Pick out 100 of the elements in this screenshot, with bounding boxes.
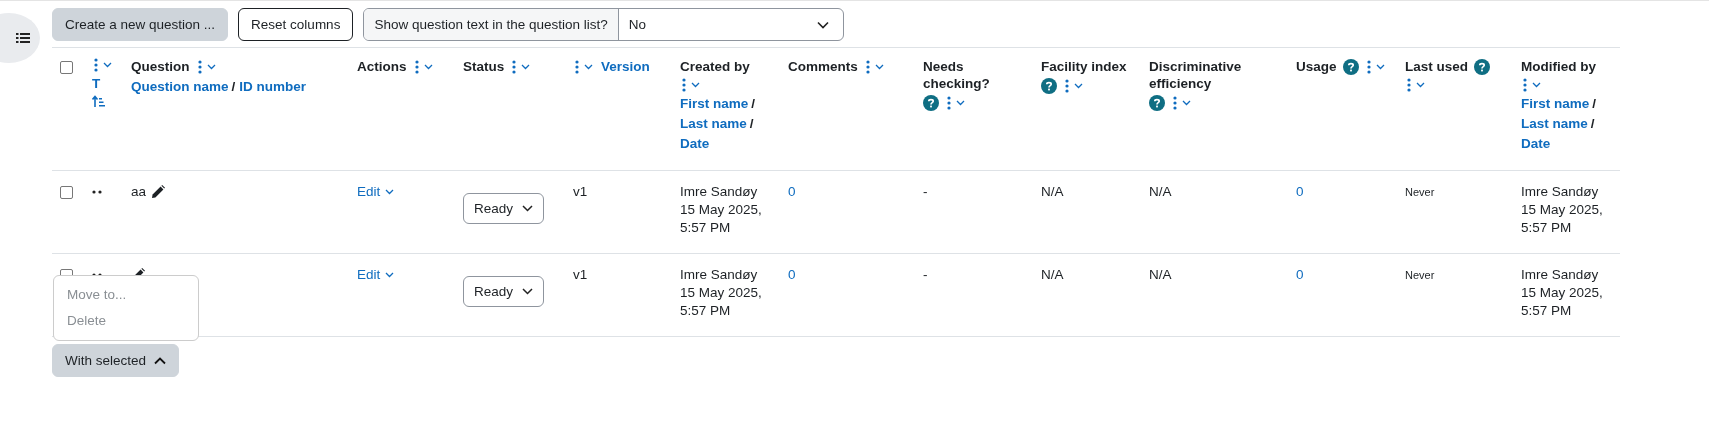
row-checkbox[interactable] bbox=[60, 186, 73, 199]
column-title: Question bbox=[131, 58, 190, 75]
usage-count-link[interactable]: 0 bbox=[1296, 183, 1304, 201]
caret-icon bbox=[691, 82, 700, 88]
reset-columns-button[interactable]: Reset columns bbox=[238, 8, 354, 41]
kebab-icon bbox=[865, 59, 870, 74]
list-icon bbox=[16, 32, 30, 44]
sort-link[interactable]: Last name bbox=[680, 115, 747, 132]
kebab-icon bbox=[414, 59, 419, 74]
help-icon[interactable] bbox=[1474, 58, 1491, 75]
column-title: Discriminative efficiency bbox=[1149, 58, 1243, 92]
caret-icon bbox=[956, 100, 965, 106]
sort-link[interactable]: Last name bbox=[1521, 115, 1588, 132]
column-title: Created by bbox=[680, 58, 750, 75]
sort-link[interactable]: Question name bbox=[131, 78, 229, 95]
kebab-icon bbox=[1523, 78, 1527, 92]
sort-link[interactable]: Version bbox=[601, 58, 650, 75]
column-menu-button[interactable] bbox=[680, 78, 702, 92]
edit-menu-link[interactable]: Edit bbox=[357, 183, 395, 201]
caret-icon bbox=[874, 63, 884, 70]
caret-icon bbox=[584, 63, 593, 70]
column-title: Usage bbox=[1296, 58, 1337, 75]
kebab-icon bbox=[682, 78, 686, 92]
facility-index-text: N/A bbox=[1041, 266, 1064, 284]
last-used-text: Never bbox=[1405, 185, 1435, 200]
sort-link[interactable]: ID number bbox=[239, 78, 307, 95]
column-title: Needs checking? bbox=[923, 58, 991, 92]
caret-icon bbox=[522, 205, 534, 212]
caret-icon bbox=[206, 63, 216, 70]
help-icon[interactable] bbox=[1342, 58, 1359, 75]
status-select[interactable]: Ready bbox=[463, 193, 545, 224]
sort-link[interactable]: First name bbox=[1521, 95, 1590, 112]
kebab-icon bbox=[94, 58, 98, 72]
comments-count-link[interactable]: 0 bbox=[788, 266, 796, 284]
caret-icon bbox=[521, 63, 531, 70]
modified-date: 15 May 2025, 5:57 PM bbox=[1521, 284, 1604, 320]
column-menu-button[interactable] bbox=[1521, 78, 1543, 92]
modifier-name: Imre Sandøy bbox=[1521, 183, 1599, 201]
column-title: Status bbox=[463, 58, 505, 75]
link-separator: / bbox=[1590, 115, 1595, 132]
column-menu-button[interactable] bbox=[1063, 79, 1085, 93]
kebab-icon bbox=[197, 59, 202, 74]
modified-date: 15 May 2025, 5:57 PM bbox=[1521, 201, 1604, 237]
column-menu-button[interactable] bbox=[1171, 96, 1193, 110]
kebab-icon bbox=[1407, 78, 1411, 92]
help-icon[interactable] bbox=[1041, 78, 1057, 94]
column-title: Modified by bbox=[1521, 58, 1596, 75]
caret-icon bbox=[1375, 63, 1385, 70]
last-used-text: Never bbox=[1405, 268, 1435, 283]
kebab-icon bbox=[947, 96, 951, 110]
version-text: v1 bbox=[573, 183, 588, 201]
question-name: aa bbox=[131, 183, 147, 201]
modifier-name: Imre Sandøy bbox=[1521, 266, 1599, 284]
kebab-icon bbox=[1366, 59, 1371, 74]
caret-icon bbox=[1532, 82, 1541, 88]
comments-count-link[interactable]: 0 bbox=[788, 183, 796, 201]
kebab-icon bbox=[575, 59, 579, 74]
edit-menu-link[interactable]: Edit bbox=[357, 266, 395, 284]
dots-icon bbox=[92, 190, 102, 194]
caret-icon bbox=[385, 272, 395, 278]
facility-index-text: N/A bbox=[1041, 183, 1064, 201]
caret-icon bbox=[385, 189, 395, 195]
usage-count-link[interactable]: 0 bbox=[1296, 266, 1304, 284]
sort-link[interactable]: T bbox=[92, 75, 101, 92]
creator-name: Imre Sandøy bbox=[680, 266, 758, 284]
kebab-icon bbox=[1173, 96, 1177, 110]
kebab-icon bbox=[512, 59, 517, 74]
column-title: Actions bbox=[357, 58, 407, 75]
status-select[interactable]: Ready bbox=[463, 276, 545, 307]
discriminative-efficiency-text: N/A bbox=[1149, 266, 1172, 284]
create-question-button[interactable]: Create a new question ... bbox=[52, 8, 229, 41]
caret-icon bbox=[1074, 83, 1083, 89]
created-date: 15 May 2025, 5:57 PM bbox=[680, 284, 763, 320]
sort-link[interactable]: Date bbox=[680, 135, 710, 152]
link-separator: / bbox=[1592, 95, 1597, 112]
select-all-checkbox[interactable] bbox=[60, 61, 73, 74]
with-selected-button[interactable]: With selected bbox=[52, 344, 180, 377]
help-icon[interactable] bbox=[1149, 95, 1165, 111]
discriminative-efficiency-text: N/A bbox=[1149, 183, 1172, 201]
link-separator: / bbox=[749, 115, 754, 132]
needs-checking-text: - bbox=[923, 183, 928, 201]
caret-icon bbox=[103, 62, 112, 68]
caret-icon bbox=[154, 356, 167, 365]
needs-checking-text: - bbox=[923, 266, 928, 284]
help-icon[interactable] bbox=[923, 95, 939, 111]
column-title: Comments bbox=[788, 58, 858, 75]
column-title: Facility index bbox=[1041, 58, 1127, 75]
sort-link[interactable]: First name bbox=[680, 95, 749, 112]
kebab-icon bbox=[1065, 79, 1069, 93]
pencil-icon[interactable] bbox=[151, 185, 166, 199]
caret-icon bbox=[522, 288, 534, 295]
column-menu-button[interactable] bbox=[573, 59, 595, 74]
column-menu-button[interactable] bbox=[1405, 78, 1427, 92]
column-title: Last used bbox=[1405, 58, 1469, 75]
column-menu-button[interactable] bbox=[92, 58, 114, 72]
caret-icon bbox=[1416, 82, 1425, 88]
column-menu-button[interactable] bbox=[945, 96, 967, 110]
caret-icon bbox=[1182, 100, 1191, 106]
link-separator: / bbox=[751, 95, 756, 112]
sort-link[interactable]: Date bbox=[1521, 135, 1551, 152]
